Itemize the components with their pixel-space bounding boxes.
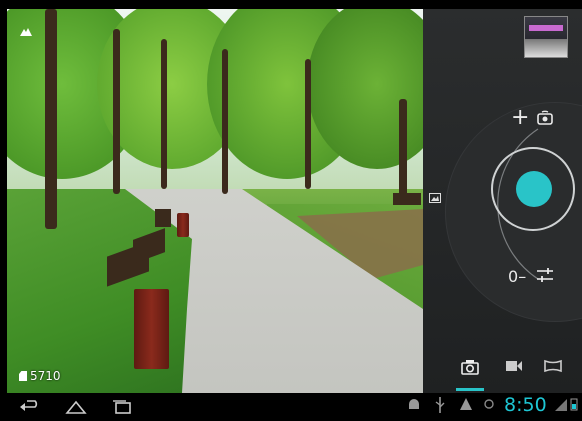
mountain-icon	[20, 26, 32, 39]
tree-trunk	[399, 99, 407, 199]
back-icon[interactable]	[19, 399, 41, 418]
panorama-icon[interactable]	[544, 359, 562, 377]
last-photo-thumbnail[interactable]	[524, 16, 568, 58]
exposure-value[interactable]: 0–	[508, 267, 526, 286]
thumbnail-preview	[529, 25, 563, 31]
bench	[393, 193, 421, 205]
camera-app: 5710 + 0–	[7, 9, 582, 393]
signal-icon	[555, 397, 567, 415]
camera-control-panel: + 0–	[423, 9, 582, 393]
trash-bin	[177, 213, 189, 237]
warning-icon	[459, 397, 473, 415]
battery-icon	[570, 397, 578, 415]
shutter-button[interactable]	[516, 171, 552, 207]
exposure-value-text: 0	[508, 267, 519, 286]
android-debug-icon	[407, 397, 421, 415]
recent-apps-icon[interactable]	[111, 399, 133, 418]
video-icon[interactable]	[505, 359, 523, 377]
active-mode-indicator	[456, 388, 484, 391]
system-navigation-bar: 8:50	[7, 393, 582, 421]
trash-bin	[134, 289, 169, 369]
usb-icon	[435, 397, 445, 417]
viewfinder[interactable]: 5710	[7, 9, 423, 393]
settings-sliders-icon[interactable]	[536, 267, 554, 287]
tree-trunk	[222, 49, 228, 194]
status-clock: 8:50	[504, 394, 547, 416]
tree-trunk	[305, 59, 311, 189]
thumbnail-preview	[525, 39, 567, 57]
bench	[155, 209, 171, 227]
switch-camera-icon[interactable]	[536, 109, 554, 127]
home-icon[interactable]	[65, 399, 87, 418]
sd-card-icon	[19, 371, 27, 381]
camera-mode-selector	[423, 349, 582, 393]
exposure-minus: –	[518, 267, 527, 286]
tree-trunk	[161, 39, 167, 189]
shots-remaining-value: 5710	[30, 369, 61, 383]
tree-trunk	[45, 9, 57, 229]
gallery-icon[interactable]	[429, 193, 443, 207]
tree-trunk	[113, 29, 120, 194]
zoom-in-button[interactable]: +	[511, 107, 529, 129]
sync-icon	[483, 397, 495, 415]
shots-remaining-counter: 5710	[19, 369, 61, 383]
camera-icon[interactable]	[461, 359, 479, 379]
